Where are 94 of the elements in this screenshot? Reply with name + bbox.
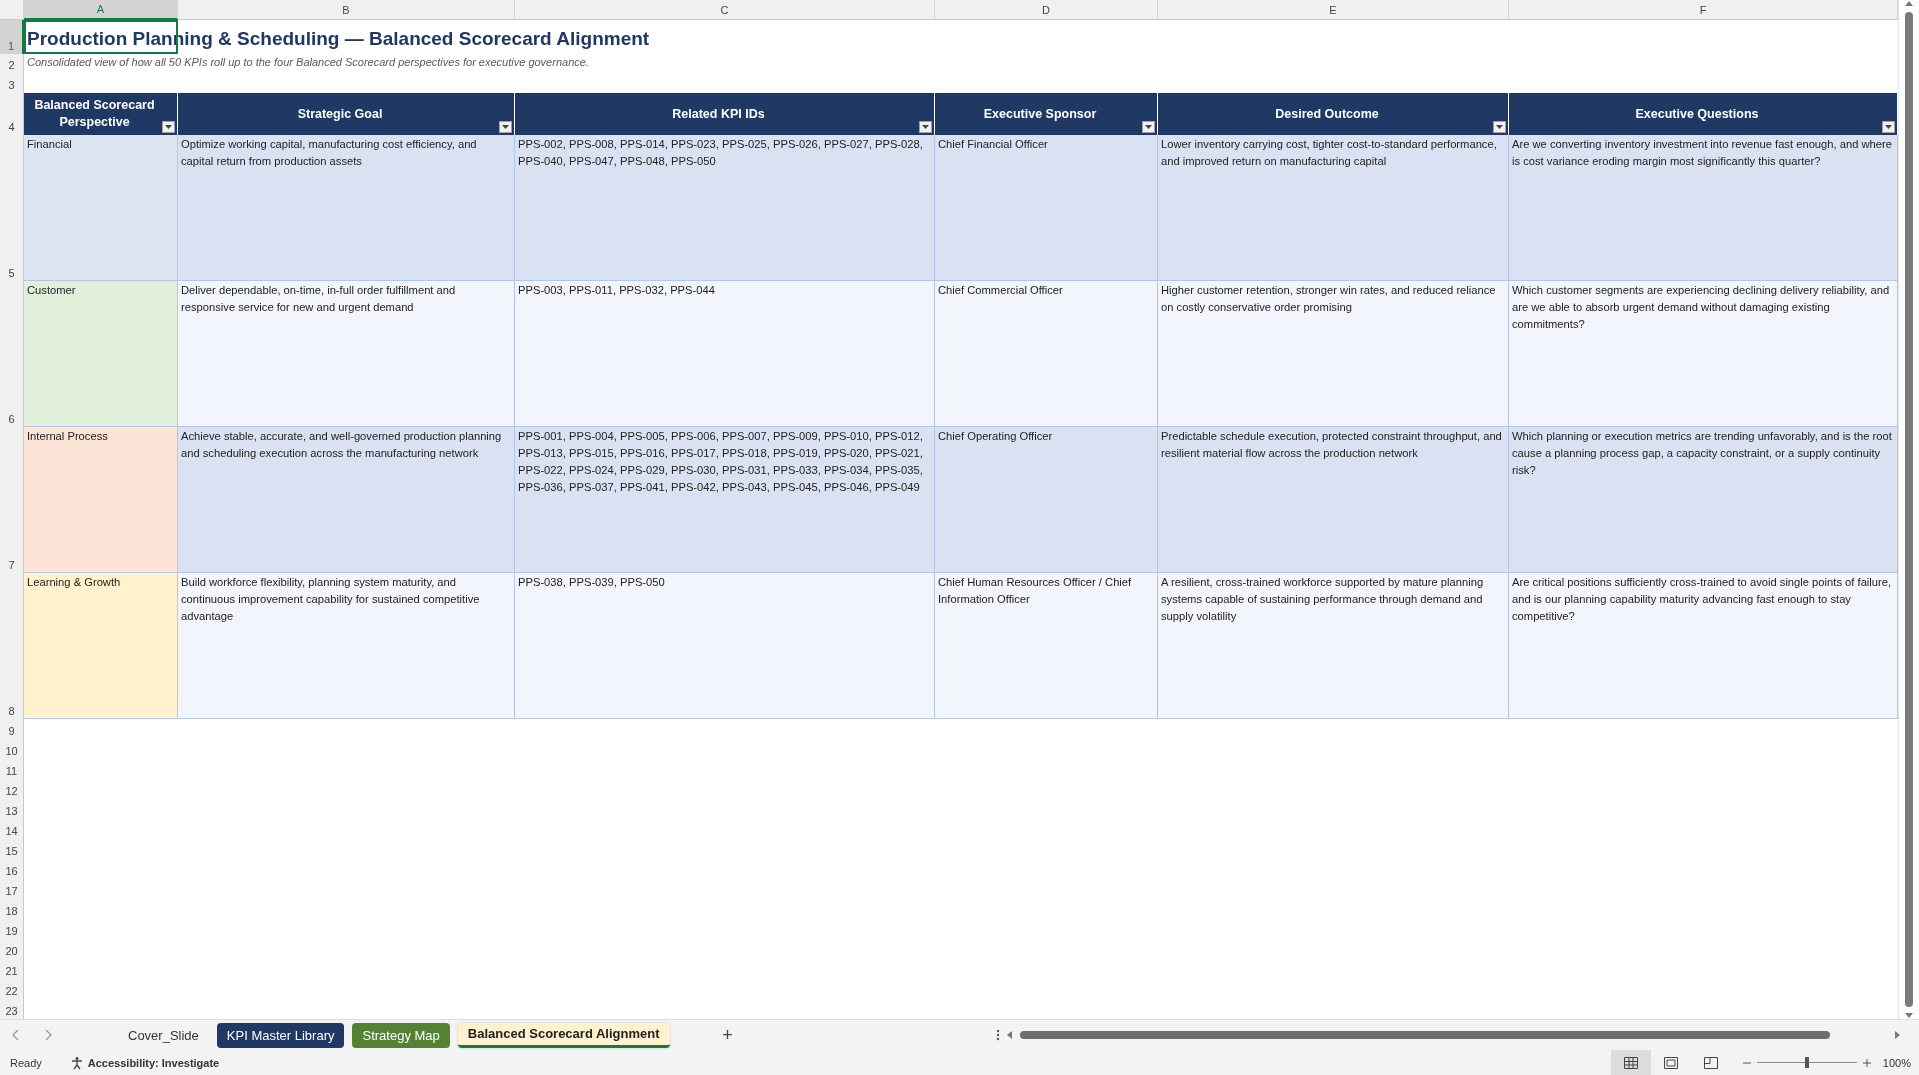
sheet-tab[interactable]: Cover_Slide (118, 1022, 209, 1048)
row-header[interactable]: 11 (0, 759, 24, 779)
table-cell: Chief Commercial Officer (935, 281, 1158, 427)
column-heading: Executive Sponsor (935, 93, 1158, 135)
next-sheet-icon[interactable] (44, 1029, 52, 1041)
row-header[interactable]: 2 (0, 54, 24, 73)
column-header[interactable]: F (1509, 0, 1898, 20)
column-header[interactable]: A (24, 0, 178, 20)
row-header[interactable]: 5 (0, 135, 24, 281)
filter-button[interactable] (1882, 121, 1895, 133)
row-header[interactable]: 13 (0, 799, 24, 819)
row-header[interactable]: 17 (0, 879, 24, 899)
page-break-icon (1703, 1056, 1718, 1069)
row-header[interactable]: 12 (0, 779, 24, 799)
zoom-thumb[interactable] (1804, 1057, 1809, 1068)
filter-button[interactable] (1142, 121, 1155, 133)
caret-icon (165, 125, 172, 129)
caret-icon (502, 125, 509, 129)
column-heading: Related KPI IDs (515, 93, 935, 135)
row-header[interactable]: 4 (0, 93, 24, 135)
perspective-cell: Internal Process (24, 427, 178, 573)
table-cell: Build workforce flexibility, planning system maturity, and continuous improvement capability for sustained competitive advantage (178, 573, 515, 719)
table-cell: Chief Human Resources Officer / Chief Information Officer (935, 573, 1158, 719)
column-heading: Desired Outcome (1158, 93, 1509, 135)
filter-button[interactable] (919, 121, 932, 133)
sheet-tab[interactable]: Balanced Scorecard Alignment (457, 1022, 670, 1048)
zoom-level[interactable]: 100% (1882, 1056, 1911, 1069)
row-header[interactable]: 1 (0, 20, 24, 54)
row-header[interactable]: 21 (0, 959, 24, 979)
filter-button[interactable] (499, 121, 512, 133)
filter-button[interactable] (1493, 121, 1506, 133)
row-header[interactable]: 3 (0, 73, 24, 93)
accessibility-icon[interactable] (69, 1055, 84, 1070)
column-header[interactable]: E (1158, 0, 1509, 20)
table-cell: Deliver dependable, on-time, in-full order fulfillment and responsive service for new and urgent demand (178, 281, 515, 427)
scroll-thumb[interactable] (1905, 12, 1913, 1007)
row-header[interactable]: 22 (0, 979, 24, 999)
table-cell: Optimize working capital, manufacturing cost efficiency, and capital return from production assets (178, 135, 515, 281)
row-header[interactable]: 18 (0, 899, 24, 919)
table-cell: PPS-038, PPS-039, PPS-050 (515, 573, 935, 719)
add-sheet-button[interactable]: + (713, 1023, 742, 1047)
table-cell: Chief Operating Officer (935, 427, 1158, 573)
perspective-cell: Financial (24, 135, 178, 281)
page-icon (1663, 1056, 1678, 1069)
scroll-up-icon[interactable] (1905, 0, 1913, 8)
row-header[interactable]: 23 (0, 999, 24, 1019)
caret-icon (1496, 125, 1503, 129)
row-header[interactable]: 6 (0, 281, 24, 427)
table-cell: Chief Financial Officer (935, 135, 1158, 281)
row-header[interactable]: 14 (0, 819, 24, 839)
zoom-in-icon[interactable] (1862, 1058, 1871, 1067)
column-header[interactable]: C (515, 0, 935, 20)
caret-icon (1145, 125, 1152, 129)
row-header[interactable]: 7 (0, 427, 24, 573)
table-cell: PPS-003, PPS-011, PPS-032, PPS-044 (515, 281, 935, 427)
row-header[interactable]: 10 (0, 739, 24, 759)
perspective-cell: Customer (24, 281, 178, 427)
column-heading: Balanced Scorecard Perspective (24, 93, 178, 135)
row-header[interactable]: 9 (0, 719, 24, 739)
previous-sheet-icon[interactable] (12, 1029, 20, 1041)
sheet-subtitle: Consolidated view of how all 50 KPIs roll up to the four Balanced Scorecard perspectives for executive governance. (26, 55, 589, 70)
sheet-tab[interactable]: Strategy Map (352, 1022, 450, 1048)
column-header[interactable]: B (178, 0, 515, 20)
table-cell: Higher customer retention, stronger win rates, and reduced reliance on costly conservative order promising (1158, 281, 1509, 427)
table-cell: Predictable schedule execution, protected constraint throughput, and resilient material flow across the production network (1158, 427, 1509, 573)
row-header[interactable]: 15 (0, 839, 24, 859)
table-cell: Which customer segments are experiencing declining delivery reliability, and are we able to absorb urgent demand without damaging existing commitments? (1509, 281, 1898, 427)
table-cell: Are critical positions sufficiently cross-trained to avoid single points of failure, and is our planning capability maturity advancing fast enough to stay competitive? (1509, 573, 1898, 719)
grid-icon (1623, 1056, 1638, 1069)
table-cell: PPS-001, PPS-004, PPS-005, PPS-006, PPS-007, PPS-009, PPS-010, PPS-012, PPS-013, PPS-015, PPS-016, PPS-017, PPS-018, PPS-019, PPS-020, PPS-021, PPS-022, PPS-024, PPS-029, PPS-030, PPS-031, PPS-033, PPS-034, PPS-035, PPS-036, PPS-037, PPS-041, PPS-042, PPS-043, PPS-045, PPS-046, PPS-049 (515, 427, 935, 573)
row-header[interactable]: 19 (0, 919, 24, 939)
normal-view-button[interactable] (1610, 1050, 1651, 1075)
scroll-right-icon[interactable] (1893, 1031, 1901, 1039)
table-cell: Achieve stable, accurate, and well-governed production planning and scheduling execution across the manufacturing network (178, 427, 515, 573)
column-heading: Executive Questions (1509, 93, 1898, 135)
table-cell: Lower inventory carrying cost, tighter cost-to-standard performance, and improved return on manufacturing capital (1158, 135, 1509, 281)
sheet-tab[interactable]: KPI Master Library (216, 1022, 345, 1048)
table-cell: PPS-002, PPS-008, PPS-014, PPS-023, PPS-025, PPS-026, PPS-027, PPS-028, PPS-040, PPS-047, PPS-048, PPS-050 (515, 135, 935, 281)
caret-icon (1885, 125, 1892, 129)
row-header[interactable]: 16 (0, 859, 24, 879)
scroll-left-icon[interactable] (1006, 1031, 1014, 1039)
accessibility-status[interactable]: Accessibility: Investigate (87, 1056, 220, 1069)
more-options-icon[interactable] (996, 1029, 1000, 1041)
table-cell: Are we converting inventory investment into revenue fast enough, and where is cost variance eroding margin most significantly this quarter? (1509, 135, 1898, 281)
table-cell: A resilient, cross-trained workforce supported by mature planning systems capable of sustaining performance through demand and supply volatility (1158, 573, 1509, 719)
filter-button[interactable] (162, 121, 175, 133)
perspective-cell: Learning & Growth (24, 573, 178, 719)
row-header[interactable]: 8 (0, 573, 24, 719)
row-header[interactable]: 20 (0, 939, 24, 959)
table-cell: Which planning or execution metrics are trending unfavorably, and is the root cause a planning process gap, a capacity constraint, or a supply continuity risk? (1509, 427, 1898, 573)
status-text: Ready (10, 1056, 42, 1069)
column-heading: Strategic Goal (178, 93, 515, 135)
caret-icon (922, 125, 929, 129)
column-header[interactable]: D (935, 0, 1158, 20)
